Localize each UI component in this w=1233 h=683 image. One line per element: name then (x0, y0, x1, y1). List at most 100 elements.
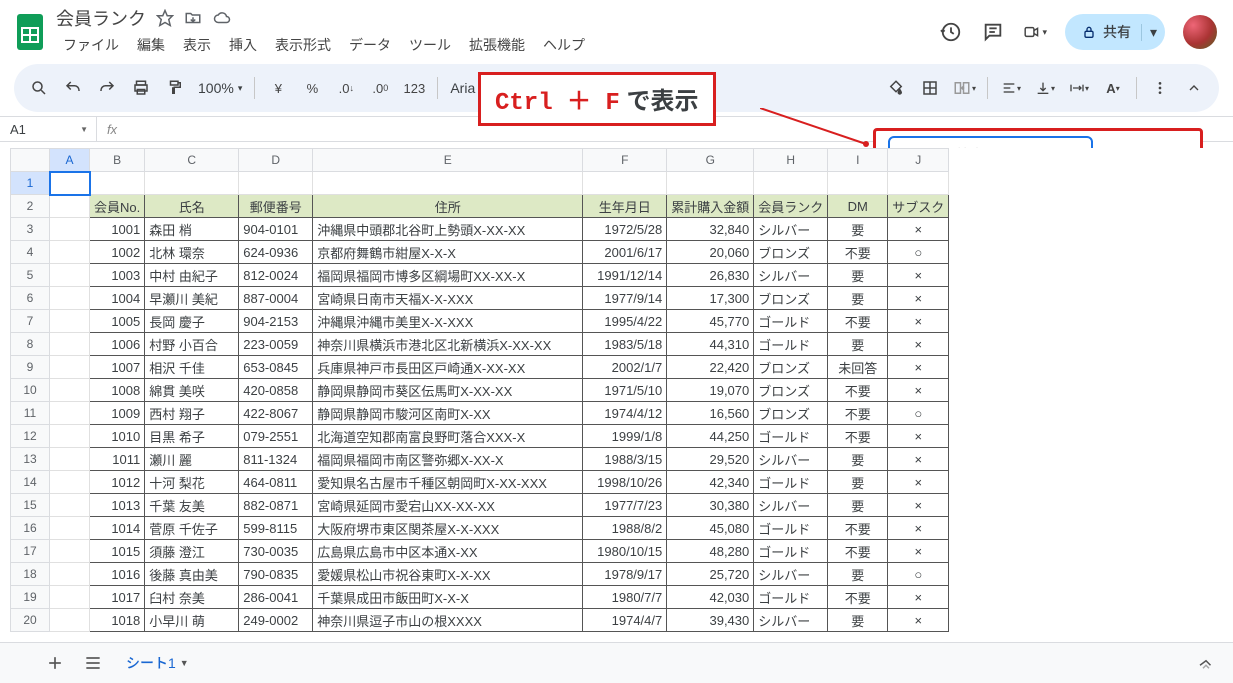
row-header[interactable]: 19 (11, 586, 50, 609)
row-header[interactable]: 17 (11, 540, 50, 563)
cell[interactable]: 1009 (90, 402, 145, 425)
cell[interactable]: 不要 (828, 540, 888, 563)
star-icon[interactable] (156, 9, 174, 27)
cell[interactable]: 1007 (90, 356, 145, 379)
cell[interactable]: 愛媛県松山市祝谷東町X-X-XX (313, 563, 583, 586)
cell[interactable] (667, 172, 754, 195)
cell[interactable]: 42,030 (667, 586, 754, 609)
cell[interactable]: 相沢 千佳 (145, 356, 239, 379)
cell[interactable]: 29,520 (667, 448, 754, 471)
cell[interactable]: 079-2551 (239, 425, 313, 448)
cell[interactable]: ゴールド (754, 540, 828, 563)
cell[interactable]: 早瀬川 美紀 (145, 287, 239, 310)
cell[interactable]: 不要 (828, 517, 888, 540)
menu-表示形式[interactable]: 表示形式 (268, 32, 338, 58)
cell[interactable]: 1008 (90, 379, 145, 402)
col-header-J[interactable]: J (888, 149, 949, 172)
table-column-header[interactable]: 氏名 (145, 195, 239, 218)
v-align-icon[interactable]: ▾ (1030, 73, 1060, 103)
cell[interactable]: シルバー (754, 563, 828, 586)
row-header[interactable]: 2 (11, 195, 50, 218)
cell[interactable]: シルバー (754, 218, 828, 241)
merge-cells-icon[interactable]: ▾ (949, 73, 979, 103)
cell[interactable]: 小早川 萌 (145, 609, 239, 632)
cell[interactable]: × (888, 218, 949, 241)
cell[interactable]: 790-0835 (239, 563, 313, 586)
cell[interactable] (50, 609, 90, 632)
cell[interactable]: 887-0004 (239, 287, 313, 310)
cell[interactable]: 1972/5/28 (583, 218, 667, 241)
cell[interactable]: 沖縄県沖縄市美里X-X-XXX (313, 310, 583, 333)
menu-挿入[interactable]: 挿入 (222, 32, 264, 58)
cell[interactable]: 要 (828, 287, 888, 310)
cell[interactable] (50, 425, 90, 448)
undo-icon[interactable] (58, 73, 88, 103)
cell[interactable]: 730-0035 (239, 540, 313, 563)
table-column-header[interactable]: DM (828, 195, 888, 218)
cell[interactable]: × (888, 586, 949, 609)
sheet-tab-menu-icon[interactable]: ▼ (180, 658, 189, 668)
redo-icon[interactable] (92, 73, 122, 103)
cell[interactable] (50, 264, 90, 287)
col-header-E[interactable]: E (313, 149, 583, 172)
cell[interactable]: 1004 (90, 287, 145, 310)
cell[interactable]: ○ (888, 402, 949, 425)
add-sheet-button[interactable] (40, 648, 70, 678)
cell[interactable]: 1988/3/15 (583, 448, 667, 471)
cell[interactable]: 26,830 (667, 264, 754, 287)
cell[interactable]: 目黒 希子 (145, 425, 239, 448)
cell[interactable]: シルバー (754, 609, 828, 632)
cell[interactable]: 要 (828, 264, 888, 287)
cell[interactable]: × (888, 494, 949, 517)
cell[interactable]: 599-8115 (239, 517, 313, 540)
account-avatar[interactable] (1183, 15, 1217, 49)
cell[interactable]: ゴールド (754, 471, 828, 494)
cell[interactable] (50, 241, 90, 264)
cell[interactable]: 904-0101 (239, 218, 313, 241)
cell[interactable]: ブロンズ (754, 356, 828, 379)
cell[interactable]: 不要 (828, 310, 888, 333)
cell[interactable]: 1971/5/10 (583, 379, 667, 402)
col-header-B[interactable]: B (90, 149, 145, 172)
cell[interactable]: 不要 (828, 241, 888, 264)
cell[interactable] (50, 540, 90, 563)
cell[interactable] (90, 172, 145, 195)
cell[interactable]: 北海道空知郡南富良野町落合XXX-X (313, 425, 583, 448)
cell[interactable]: 1980/7/7 (583, 586, 667, 609)
cell[interactable]: 千葉県成田市飯田町X-X-X (313, 586, 583, 609)
cell[interactable] (239, 172, 313, 195)
cell[interactable]: × (888, 609, 949, 632)
cell[interactable]: 不要 (828, 425, 888, 448)
cell[interactable] (828, 172, 888, 195)
cell[interactable]: × (888, 540, 949, 563)
cell[interactable]: 1991/12/14 (583, 264, 667, 287)
meet-icon[interactable]: ▾ (1023, 20, 1047, 44)
cell[interactable]: 神奈川県逗子市山の根XXXX (313, 609, 583, 632)
cell[interactable] (145, 172, 239, 195)
comment-icon[interactable] (981, 20, 1005, 44)
table-column-header[interactable]: サブスク (888, 195, 949, 218)
cell[interactable]: 福岡県福岡市博多区綱場町XX-XX-X (313, 264, 583, 287)
cell[interactable]: 不要 (828, 402, 888, 425)
cell[interactable]: シルバー (754, 264, 828, 287)
cell[interactable]: × (888, 333, 949, 356)
zoom-select[interactable]: 100% ▾ (194, 80, 246, 96)
row-header[interactable]: 10 (11, 379, 50, 402)
cell[interactable] (50, 379, 90, 402)
cell[interactable]: 未回答 (828, 356, 888, 379)
rotate-text-icon[interactable]: A▾ (1098, 73, 1128, 103)
table-column-header[interactable]: 郵便番号 (239, 195, 313, 218)
cell[interactable] (50, 563, 90, 586)
col-header-F[interactable]: F (583, 149, 667, 172)
cell[interactable] (50, 195, 90, 218)
cell[interactable]: 須藤 澄江 (145, 540, 239, 563)
select-all-cell[interactable] (11, 149, 50, 172)
cell[interactable]: ○ (888, 241, 949, 264)
cell[interactable]: 1013 (90, 494, 145, 517)
cell[interactable] (313, 172, 583, 195)
cell[interactable]: 静岡県静岡市葵区伝馬町X-XX-XX (313, 379, 583, 402)
cell[interactable]: × (888, 448, 949, 471)
row-header[interactable]: 14 (11, 471, 50, 494)
table-column-header[interactable]: 会員ランク (754, 195, 828, 218)
cell[interactable]: 249-0002 (239, 609, 313, 632)
